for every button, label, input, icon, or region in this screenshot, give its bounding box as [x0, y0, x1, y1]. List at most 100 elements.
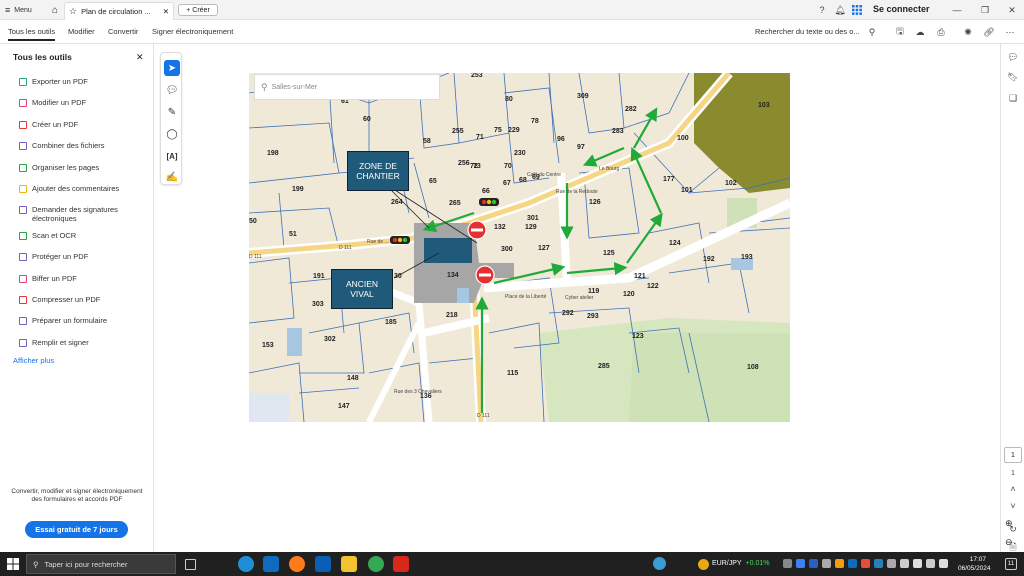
text-box-icon[interactable]: [A]	[164, 148, 180, 164]
notification-icon[interactable]: 11	[1005, 558, 1017, 570]
tool-item[interactable]: Remplir et signer	[19, 338, 144, 347]
star-icon[interactable]: ☆	[69, 6, 77, 17]
tool-item[interactable]: Ajouter des commentaires	[19, 184, 144, 193]
tray-icon[interactable]	[913, 559, 922, 568]
tray-icon[interactable]	[783, 559, 792, 568]
show-more-link[interactable]: Afficher plus	[13, 356, 54, 365]
tool-item[interactable]: Demander des signatures électroniques	[19, 205, 144, 223]
create-button[interactable]: + Créer	[178, 4, 218, 16]
tray-icon[interactable]	[874, 559, 883, 568]
stock-icon[interactable]	[698, 559, 709, 570]
search-icon: ⚲	[261, 81, 268, 92]
bookmarks-icon[interactable]: 🔖︎	[1006, 70, 1020, 84]
tab-convert[interactable]: Convertir	[108, 27, 138, 36]
parcel-number: 147	[338, 403, 350, 410]
zoom-out-icon[interactable]: ⊖	[1005, 537, 1013, 548]
task-view-icon[interactable]	[185, 559, 196, 570]
parcel-number: 125	[603, 250, 615, 257]
parcel-number: 285	[598, 363, 610, 370]
tab-esign[interactable]: Signer électroniquement	[152, 27, 233, 36]
page-up-icon[interactable]: ˄	[1006, 482, 1020, 496]
parcel-number: 132	[494, 224, 506, 231]
comments-panel-icon[interactable]: 💬︎	[1006, 50, 1020, 64]
edge-icon[interactable]	[238, 556, 254, 572]
parcel-number: 153	[262, 342, 274, 349]
parcel-number: 127	[538, 245, 550, 252]
restore-icon[interactable]: ❐	[978, 3, 992, 17]
ai-assistant-icon[interactable]: ✺	[961, 25, 975, 39]
tool-item[interactable]: Organiser les pages	[19, 163, 144, 172]
fill-sign-icon[interactable]: ✍	[164, 169, 180, 185]
parcel-number: 218	[446, 312, 458, 319]
link-icon[interactable]: 🔗︎	[982, 25, 996, 39]
right-rail: 💬︎ 🔖︎ ❏ 1 1 ˄ ˅ ↻ 🗎︎	[1000, 44, 1024, 552]
close-panel-icon[interactable]: ✕	[136, 52, 144, 63]
clock[interactable]: 17:07 06/05/2024	[958, 555, 991, 573]
zoom-in-icon[interactable]: ⊕	[1005, 518, 1013, 529]
page-down-icon[interactable]: ˅	[1006, 499, 1020, 513]
parcel-number: 256	[458, 160, 470, 167]
parcel-number: 126	[589, 199, 601, 206]
file-explorer-icon[interactable]	[341, 556, 357, 572]
comment-icon[interactable]: 💬︎	[164, 82, 180, 98]
tool-item[interactable]: Exporter un PDF	[19, 77, 144, 86]
home-icon[interactable]: ⌂	[48, 3, 62, 17]
windows-start-icon[interactable]	[7, 558, 19, 570]
select-cursor-icon[interactable]: ➤	[164, 60, 180, 76]
stock-ticker[interactable]: EUR/JPY +0.01%	[712, 560, 770, 567]
tray-icon[interactable]	[796, 559, 805, 568]
tab-edit[interactable]: Modifier	[68, 27, 95, 36]
tray-icon[interactable]	[835, 559, 844, 568]
apps-grid-icon[interactable]	[850, 3, 864, 17]
more-icon[interactable]: ⋯	[1003, 25, 1017, 39]
free-trial-button[interactable]: Essai gratuit de 7 jours	[25, 521, 128, 538]
tab-all-tools[interactable]: Tous les outils	[8, 27, 56, 41]
upload-cloud-icon[interactable]: ☁	[913, 25, 927, 39]
tray-icon[interactable]	[887, 559, 896, 568]
tray-icon[interactable]	[809, 559, 818, 568]
save-icon[interactable]: 🖫︎	[893, 25, 907, 39]
chrome-icon[interactable]	[368, 556, 384, 572]
page-number-input[interactable]: 1	[1004, 447, 1022, 463]
tool-icon	[19, 296, 27, 304]
map-image: 253 80 309 282 103 61 60 78 255 75 229 96 283 100 58 23…	[249, 73, 790, 422]
tray-icon[interactable]	[900, 559, 909, 568]
outlook-app-icon[interactable]	[263, 556, 279, 572]
mail-icon[interactable]	[315, 556, 331, 572]
tray-icon[interactable]	[926, 559, 935, 568]
road-label: D 111	[339, 245, 352, 251]
tool-item[interactable]: Scan et OCR	[19, 231, 144, 240]
search-icon[interactable]: ⚲	[865, 25, 879, 39]
tray-icon[interactable]	[848, 559, 857, 568]
tool-item[interactable]: Biffer un PDF	[19, 274, 144, 283]
taskbar-search[interactable]: ⚲ Taper ici pour rechercher	[26, 554, 176, 574]
menu-label: Menu	[14, 6, 32, 14]
parcel-number: 67	[503, 180, 511, 187]
tool-item[interactable]: Créer un PDF	[19, 120, 144, 129]
minimize-icon[interactable]: —	[950, 3, 964, 17]
road-label: Rue de la Redoute	[556, 189, 598, 195]
tray-icon[interactable]	[861, 559, 870, 568]
sign-in-button[interactable]: Se connecter	[873, 4, 930, 14]
close-window-icon[interactable]: ✕	[1005, 3, 1019, 17]
tool-item[interactable]: Préparer un formulaire	[19, 316, 144, 325]
tray-icon[interactable]	[822, 559, 831, 568]
acrobat-icon[interactable]	[393, 556, 409, 572]
menu-button[interactable]: ≡ Menu	[5, 4, 32, 16]
help-icon[interactable]: ?	[815, 3, 829, 17]
tool-item[interactable]: Protéger un PDF	[19, 252, 144, 261]
pages-icon[interactable]: ❏	[1006, 91, 1020, 105]
close-tab-icon[interactable]: ✕	[163, 7, 169, 16]
pen-icon[interactable]: ✎	[164, 104, 180, 120]
print-icon[interactable]: ⎙	[934, 25, 948, 39]
search-text-button[interactable]: Rechercher du texte ou des o...	[755, 27, 860, 36]
game-icon[interactable]	[653, 557, 666, 570]
lasso-icon[interactable]: ◯	[164, 126, 180, 142]
tray-icon[interactable]	[939, 559, 948, 568]
tool-item[interactable]: Compresser un PDF	[19, 295, 144, 304]
tool-item[interactable]: Modifier un PDF	[19, 98, 144, 107]
firefox-icon[interactable]	[289, 556, 305, 572]
tool-item[interactable]: Combiner des fichiers	[19, 141, 144, 150]
document-tab[interactable]: ☆ Plan de circulation ... ✕	[64, 2, 174, 20]
bell-icon[interactable]: 🔔︎	[833, 3, 847, 17]
